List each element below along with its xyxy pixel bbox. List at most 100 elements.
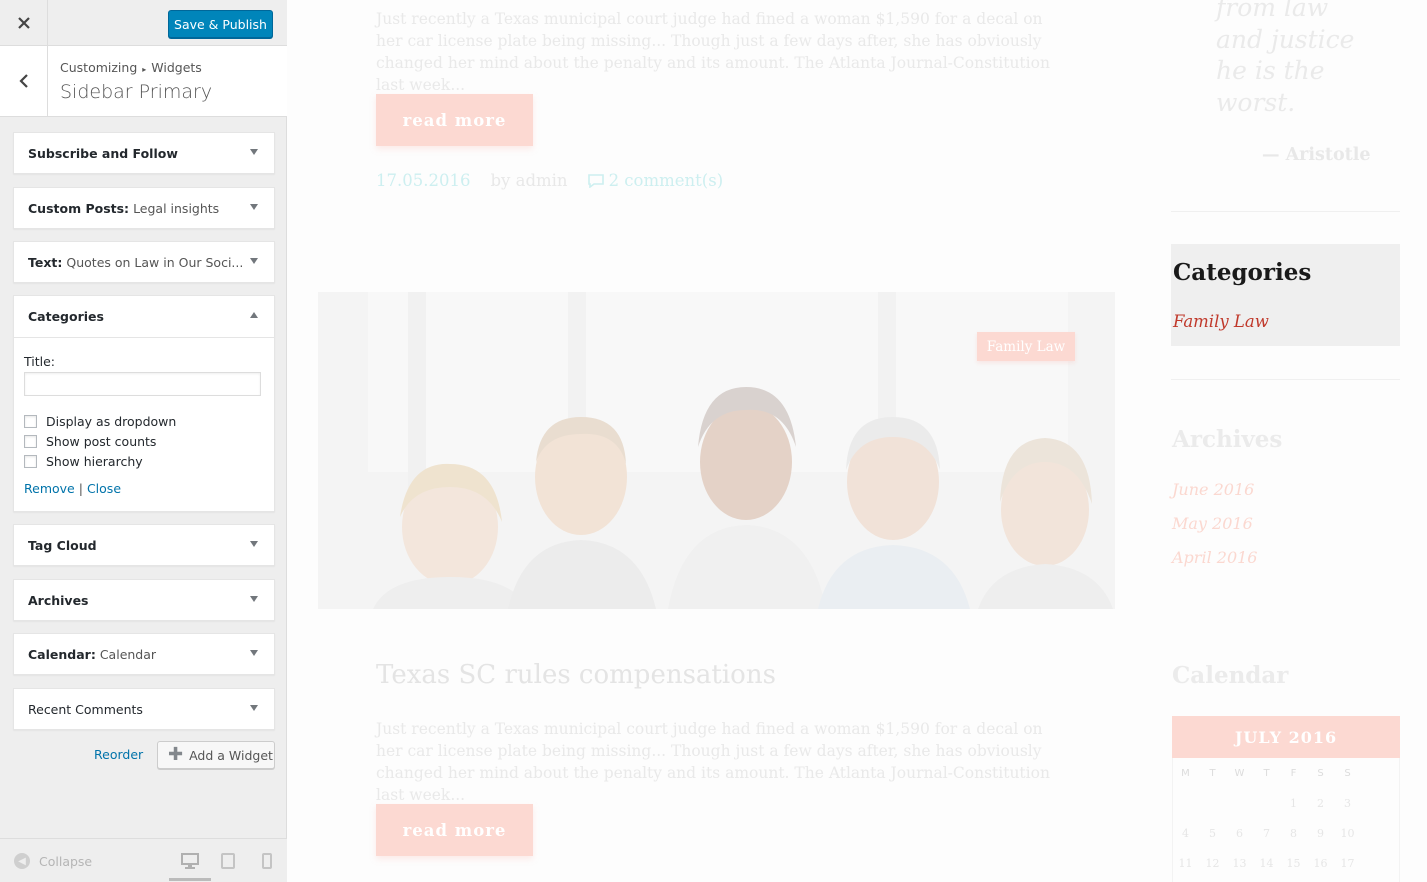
site-preview: Just recently a Texas municipal court ju…: [287, 0, 1427, 882]
read-more-button[interactable]: read more: [376, 94, 533, 146]
customizer-panel: Save & Publish Customizing ▸ Widgets Sideb…: [0, 0, 287, 882]
expand-arrow-icon[interactable]: [250, 204, 258, 210]
collapse-arrow-icon: ◀: [14, 853, 30, 869]
calendar-day: 2: [1317, 796, 1324, 810]
widget-subscribe-and-follow: Subscribe and Follow: [13, 132, 275, 174]
expand-arrow-icon[interactable]: [250, 596, 258, 602]
widget-header[interactable]: Tag Cloud: [14, 525, 274, 565]
weekday: W: [1234, 767, 1245, 779]
calendar-day: 3: [1344, 796, 1351, 810]
comments-count: 2 comment(s): [608, 171, 724, 190]
archives-title: Archives: [1172, 426, 1283, 453]
add-widget-button[interactable]: ✚ Add a Widget: [157, 741, 275, 769]
expand-arrow-icon[interactable]: [250, 650, 258, 656]
title-input[interactable]: [24, 372, 261, 396]
widget-subtitle: Legal insights: [133, 200, 220, 216]
chevron-left-icon: [18, 74, 28, 88]
widget-calendar: Calendar: Calendar: [13, 633, 275, 675]
calendar-day: 15: [1286, 856, 1301, 870]
collapse-arrow-icon[interactable]: [250, 312, 258, 318]
widget-header[interactable]: Recent Comments: [14, 689, 274, 729]
comment-icon: [587, 173, 604, 188]
show-post-counts-checkbox[interactable]: Show post counts: [24, 431, 264, 451]
desktop-icon[interactable]: [181, 853, 199, 873]
collapse-button[interactable]: ◀ Collapse: [14, 853, 92, 869]
calendar-week: 11 12 13 14 15 16 17: [1172, 848, 1400, 878]
weekday: T: [1263, 767, 1270, 779]
reorder-link[interactable]: Reorder: [94, 747, 143, 762]
archive-link-may-2016[interactable]: May 2016: [1172, 514, 1253, 533]
title-label: Title:: [24, 354, 55, 369]
calendar-day: 14: [1259, 856, 1274, 870]
archive-link-june-2016[interactable]: June 2016: [1172, 480, 1254, 499]
category-badge[interactable]: Family Law: [977, 332, 1075, 361]
widget-tag-cloud: Tag Cloud: [13, 524, 275, 566]
quote-text: from law and justice he is the worst.: [1216, 0, 1354, 118]
calendar-day: 5: [1209, 826, 1216, 840]
expand-arrow-icon[interactable]: [250, 258, 258, 264]
calendar-day: 6: [1236, 826, 1243, 840]
checkbox-label: Display as dropdown: [46, 413, 177, 429]
archive-link-april-2016[interactable]: April 2016: [1172, 548, 1257, 567]
customizer-top-bar: Save & Publish: [0, 0, 287, 46]
expand-arrow-icon[interactable]: [250, 149, 258, 155]
widget-header[interactable]: Archives: [14, 580, 274, 620]
weekday: S: [1317, 767, 1324, 779]
actions-separator: |: [78, 481, 83, 496]
expand-arrow-icon[interactable]: [250, 705, 258, 711]
tablet-icon[interactable]: [221, 853, 235, 873]
expand-arrow-icon[interactable]: [250, 541, 258, 547]
breadcrumb: Customizing ▸ Widgets: [60, 60, 202, 75]
back-button[interactable]: [0, 46, 48, 116]
widget-form: Title: Display as dropdown Show post cou…: [14, 338, 274, 506]
quote-line: from law: [1216, 0, 1329, 22]
post-meta: 17.05.2016 by admin 2 comment(s): [376, 171, 723, 190]
widget-header[interactable]: Calendar: Calendar: [14, 634, 274, 674]
section-header: Customizing ▸ Widgets Sidebar Primary: [0, 46, 287, 117]
post-date[interactable]: 17.05.2016: [376, 171, 470, 190]
post-title[interactable]: Texas SC rules compensations: [376, 660, 776, 690]
quote-line: worst.: [1216, 87, 1296, 117]
calendar-day: 16: [1313, 856, 1328, 870]
calendar-day: 7: [1263, 826, 1270, 840]
widget-header[interactable]: Text: Quotes on Law in Our Soci...: [14, 242, 274, 282]
checkbox-icon[interactable]: [24, 434, 37, 448]
breadcrumb-widgets: Widgets: [151, 60, 202, 75]
mobile-icon[interactable]: [262, 853, 272, 873]
checkbox-icon[interactable]: [24, 454, 37, 468]
customizer-footer: ◀ Collapse: [0, 838, 287, 882]
section-title: Sidebar Primary: [60, 81, 213, 103]
widget-archives: Archives: [13, 579, 275, 621]
quote-line: he is the: [1216, 56, 1325, 85]
widget-custom-posts: Custom Posts: Legal insights: [13, 187, 275, 229]
save-publish-button[interactable]: Save & Publish: [168, 10, 273, 38]
widget-header[interactable]: Categories: [14, 296, 274, 338]
display-as-dropdown-checkbox[interactable]: Display as dropdown: [24, 411, 264, 431]
post-comments-link[interactable]: 2 comment(s): [587, 171, 724, 190]
widget-categories: Categories Title: Display as dropdown Sh…: [13, 295, 275, 512]
calendar-day: 1: [1290, 796, 1297, 810]
post-author[interactable]: by admin: [490, 171, 567, 190]
sidebar-divider: [1171, 211, 1400, 212]
calendar-day: 10: [1340, 826, 1355, 840]
widget-header[interactable]: Custom Posts: Legal insights: [14, 188, 274, 228]
widget-subtitle: Calendar: [99, 646, 157, 662]
close-customizer-button[interactable]: [0, 0, 48, 46]
checkbox-icon[interactable]: [24, 414, 37, 428]
calendar-day: 12: [1205, 856, 1220, 870]
widget-header[interactable]: Subscribe and Follow: [14, 133, 274, 173]
category-link-family-law[interactable]: Family Law: [1173, 312, 1269, 331]
show-hierarchy-checkbox[interactable]: Show hierarchy: [24, 451, 264, 471]
calendar-day: 17: [1340, 856, 1355, 870]
widget-title: Recent Comments: [28, 701, 143, 717]
widget-actions: Remove | Close: [24, 481, 264, 496]
calendar-day: 11: [1178, 856, 1193, 870]
read-more-button[interactable]: read more: [376, 804, 533, 856]
breadcrumb-customizing: Customizing: [60, 60, 138, 75]
weekday: S: [1344, 767, 1351, 779]
widget-title: Archives: [28, 592, 89, 608]
close-link[interactable]: Close: [87, 481, 121, 496]
plus-icon: ✚: [168, 744, 184, 765]
remove-link[interactable]: Remove: [24, 481, 75, 496]
sidebar-divider: [1171, 379, 1400, 380]
